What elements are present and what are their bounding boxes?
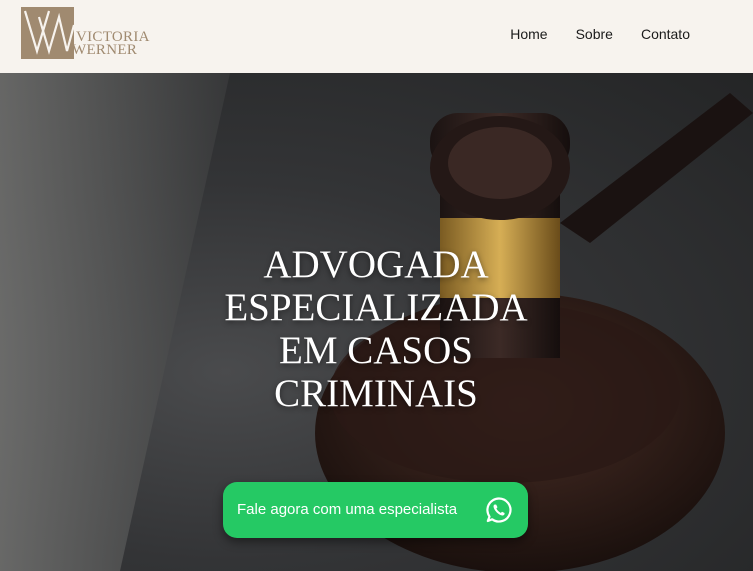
hero-headline: ADVOGADA ESPECIALIZADA EM CASOS CRIMINAI…: [176, 243, 576, 415]
cta-label: Fale agora com uma especialista: [237, 501, 458, 518]
nav-contact-link[interactable]: Contato: [641, 26, 690, 42]
brand-logo[interactable]: VICTORIA WERNER: [21, 7, 161, 63]
site-header: VICTORIA WERNER Home Sobre Contato: [0, 0, 753, 73]
whatsapp-icon: [486, 497, 512, 523]
nav-home-link[interactable]: Home: [510, 26, 547, 42]
brand-name: VICTORIA WERNER: [72, 30, 150, 58]
nav-about-link[interactable]: Sobre: [576, 26, 613, 42]
hero-section: ADVOGADA ESPECIALIZADA EM CASOS CRIMINAI…: [0, 73, 753, 571]
headline-line-4: CRIMINAIS: [274, 372, 478, 415]
whatsapp-contact-button[interactable]: Fale agora com uma especialista: [223, 482, 528, 538]
main-nav: Home Sobre Contato: [510, 26, 690, 42]
brand-name-line2: WERNER: [72, 42, 138, 58]
headline-line-2: ESPECIALIZADA: [224, 286, 528, 329]
headline-line-1: ADVOGADA: [263, 243, 489, 286]
headline-line-3: EM CASOS: [279, 329, 473, 372]
monogram-logo-icon: [21, 7, 74, 59]
